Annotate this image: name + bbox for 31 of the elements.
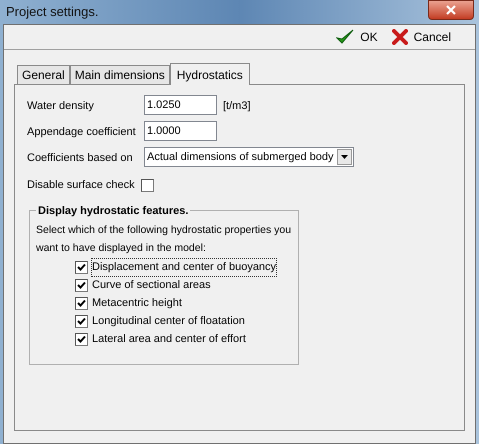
cancel-button[interactable]: Cancel <box>392 28 451 46</box>
checkbox[interactable] <box>75 261 88 274</box>
input-field[interactable]: 1.0250 <box>144 95 217 115</box>
close-icon <box>446 5 456 15</box>
tab[interactable]: Main dimensions <box>70 65 170 84</box>
close-button[interactable] <box>428 0 474 20</box>
checkbox-label: Lateral area and center of effort <box>92 332 246 348</box>
checkbox[interactable] <box>75 297 88 310</box>
cross-icon <box>392 29 408 45</box>
checkbox[interactable] <box>75 333 88 346</box>
tab[interactable]: Hydrostatics <box>170 63 250 85</box>
checkmark-icon <box>336 29 354 45</box>
checkbox-label: Curve of sectional areas <box>92 278 211 294</box>
input-field[interactable]: 1.0000 <box>144 121 217 141</box>
field-label: Coefficients based on <box>27 150 134 166</box>
checkbox-label: Displacement and center of buoyancy <box>92 259 276 276</box>
ok-button[interactable]: OK <box>336 28 378 46</box>
field-label: Water density <box>27 98 95 114</box>
field-label: Appendage coefficient <box>27 124 137 140</box>
checkbox-label: Disable surface check <box>27 178 135 193</box>
checkbox[interactable] <box>140 178 154 192</box>
caret-icon <box>336 149 352 165</box>
checkbox[interactable] <box>75 315 88 328</box>
tab[interactable]: General <box>17 65 70 84</box>
checkbox[interactable] <box>75 279 88 292</box>
window-title: Project settings. <box>6 3 98 22</box>
group-description: Select which of the following hydrostatic properties you want to have displayed in the model: <box>36 222 292 256</box>
dropdown[interactable]: Actual dimensions of submerged body <box>144 147 354 167</box>
checkbox-label: Longitudinal center of floatation <box>92 314 245 330</box>
unit-label: [t/m3] <box>223 98 251 114</box>
checkbox-label: Metacentric height <box>92 296 182 312</box>
